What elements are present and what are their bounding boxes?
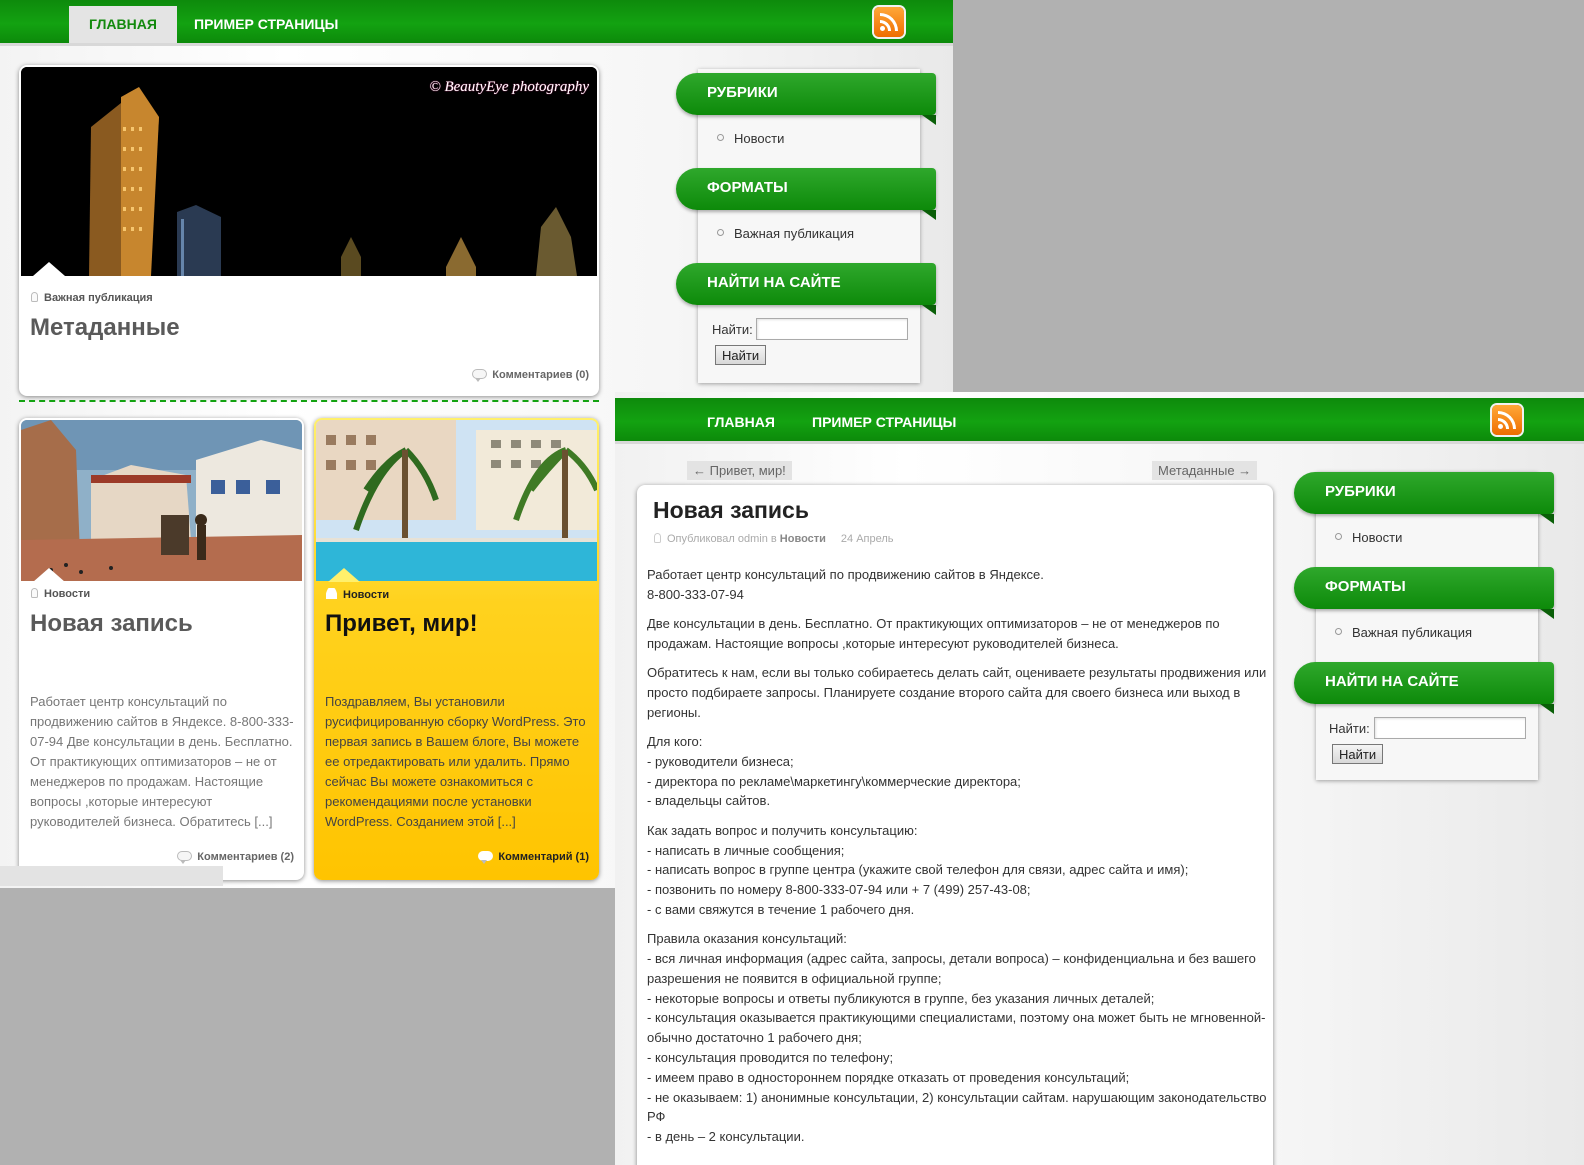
search-button[interactable]: Найти [1332, 744, 1384, 764]
post-title[interactable]: Привет, мир! [325, 610, 478, 638]
list-item: - вся личная информация (адрес сайта, за… [647, 951, 1256, 986]
paragraph: Работает центр консультаций по продвижен… [647, 565, 1267, 605]
article-meta: Опубликовал odmin в Новости 24 Апрель [654, 533, 894, 545]
meta-category-link[interactable]: Новости [780, 533, 826, 545]
list-item: - директора по рекламе\маркетингу\коммер… [647, 773, 1021, 789]
dashed-divider [19, 400, 599, 402]
sidebar-link-news[interactable]: Новости [1335, 530, 1402, 545]
featured-title[interactable]: Метаданные [30, 314, 180, 342]
main-navigation: ГЛАВНАЯ ПРИМЕР СТРАНИЦЫ [0, 0, 953, 46]
nav-sample-page[interactable]: ПРИМЕР СТРАНИЦЫ [174, 6, 358, 43]
scroll-remnant [0, 866, 223, 886]
pin-icon [31, 292, 38, 302]
post-category-label: Новости [44, 588, 91, 600]
list-item: - консультация проводится по телефону; [647, 1050, 894, 1066]
user-icon [326, 588, 337, 599]
list-item: - позвонить по номеру 8-800-333-07-94 ил… [647, 882, 1031, 898]
meta-author: Опубликовал odmin в [667, 533, 777, 545]
post-comments-link[interactable]: Комментариев (2) [177, 851, 294, 864]
featured-category-label: Важная публикация [44, 292, 153, 304]
list-heading: Правила оказания консультаций: [647, 931, 847, 947]
featured-comments-link[interactable]: Комментариев (0) [472, 369, 589, 382]
list-rules: Правила оказания консультаций: - вся лич… [647, 929, 1267, 1147]
featured-comments-label: Комментариев (0) [492, 369, 589, 381]
rss-icon[interactable] [874, 7, 904, 37]
post-comments-label: Комментариев (2) [197, 851, 294, 863]
list-item: - в день – 2 консультации. [647, 1129, 805, 1145]
post-category-label: Новости [343, 589, 390, 601]
post-category[interactable]: Новости [326, 588, 389, 601]
featured-category[interactable]: Важная публикация [31, 292, 153, 304]
post-title[interactable]: Новая запись [30, 610, 193, 638]
search-label: Найти: [712, 322, 753, 337]
list-item: - написать вопрос в группе центра (укажи… [647, 862, 1189, 878]
phone-text: 8-800-333-07-94 [647, 586, 744, 602]
widget-title-rubrics: РУБРИКИ [676, 73, 936, 125]
nav-home[interactable]: ГЛАВНАЯ [687, 404, 795, 441]
article-card: Новая запись Опубликовал odmin в Новости… [637, 485, 1273, 1165]
featured-image[interactable]: © BeautyEye photography [21, 67, 597, 276]
list-item: - не оказываем: 1) анонимные консультаци… [647, 1089, 1267, 1125]
post-comments-label: Комментарий (1) [498, 851, 589, 863]
widget-title-search: НАЙТИ НА САЙТЕ [676, 263, 936, 315]
list-item: - владельцы сайтов. [647, 793, 771, 809]
widget-title-search: НАЙТИ НА САЙТЕ [1294, 662, 1554, 714]
list-how-to-ask: Как задать вопрос и получить консультаци… [647, 821, 1267, 920]
list-item: - некоторые вопросы и ответы публикуются… [647, 990, 1155, 1006]
article-title: Новая запись [653, 497, 809, 523]
sidebar-link-featured[interactable]: Важная публикация [717, 226, 854, 241]
text-line: Работает центр консультаций по продвижен… [647, 567, 1044, 582]
comment-icon [472, 369, 488, 382]
single-post-screenshot: ГЛАВНАЯ ПРИМЕР СТРАНИЦЫ ← Привет, мир! М… [615, 392, 1584, 1165]
post-comments-link[interactable]: Комментарий (1) [478, 851, 589, 864]
list-heading: Для кого: [647, 734, 703, 750]
post-card: Новости Новая запись Работает центр конс… [19, 418, 304, 880]
search-label: Найти: [1329, 721, 1370, 736]
list-audience: Для кого: - руководители бизнеса; - дире… [647, 732, 1267, 811]
post-excerpt: Работает центр консультаций по продвижен… [30, 694, 294, 829]
sidebar-link-featured[interactable]: Важная публикация [1335, 625, 1472, 640]
photo-watermark: © BeautyEye photography [429, 79, 589, 95]
search-input[interactable] [756, 318, 908, 340]
search-input[interactable] [1374, 717, 1526, 739]
rss-icon[interactable] [1492, 405, 1522, 435]
post-image-plaza[interactable] [21, 420, 302, 581]
paragraph: Обратитесь к нам, если вы только собирае… [647, 665, 1267, 720]
list-item: - с вами свяжутся в течение 1 рабочего д… [647, 901, 915, 917]
sticky-post-card: Новости Привет, мир! Поздравляем, Вы уст… [314, 418, 599, 880]
search-button[interactable]: Найти [715, 345, 767, 365]
list-item: - написать в личные сообщения; [647, 842, 845, 858]
post-category[interactable]: Новости [31, 588, 90, 600]
featured-post-card: © BeautyEye photography Важная публикаци… [19, 65, 599, 396]
next-post-link[interactable]: Метаданные → [1152, 461, 1258, 480]
prev-post-link[interactable]: ← Привет, мир! [687, 461, 792, 480]
post-excerpt: Поздравляем, Вы установили русифицирован… [325, 694, 586, 829]
pin-icon [31, 588, 38, 598]
widget-title-formats: ФОРМАТЫ [1294, 567, 1554, 619]
nav-home[interactable]: ГЛАВНАЯ [69, 6, 177, 43]
nav-sample-page[interactable]: ПРИМЕР СТРАНИЦЫ [792, 404, 976, 441]
widget-title-rubrics: РУБРИКИ [1294, 472, 1554, 524]
list-item: - имеем право в одностороннем порядке от… [647, 1069, 1130, 1085]
list-heading: Как задать вопрос и получить консультаци… [647, 822, 918, 838]
post-image-pool[interactable] [316, 420, 597, 581]
list-item: - консультация оказывается практикующими… [647, 1010, 1266, 1046]
paragraph: Две консультации в день. Бесплатно. От п… [647, 616, 1220, 651]
comment-icon [478, 851, 494, 864]
sidebar-link-news[interactable]: Новости [717, 131, 784, 146]
list-item: - руководители бизнеса; [647, 753, 794, 769]
pin-icon [654, 533, 661, 543]
article-body: Работает центр консультаций по продвижен… [647, 565, 1267, 1157]
widget-title-formats: ФОРМАТЫ [676, 168, 936, 220]
main-navigation: ГЛАВНАЯ ПРИМЕР СТРАНИЦЫ [615, 398, 1584, 444]
meta-date: 24 Апрель [840, 533, 894, 545]
comment-icon [177, 851, 193, 864]
